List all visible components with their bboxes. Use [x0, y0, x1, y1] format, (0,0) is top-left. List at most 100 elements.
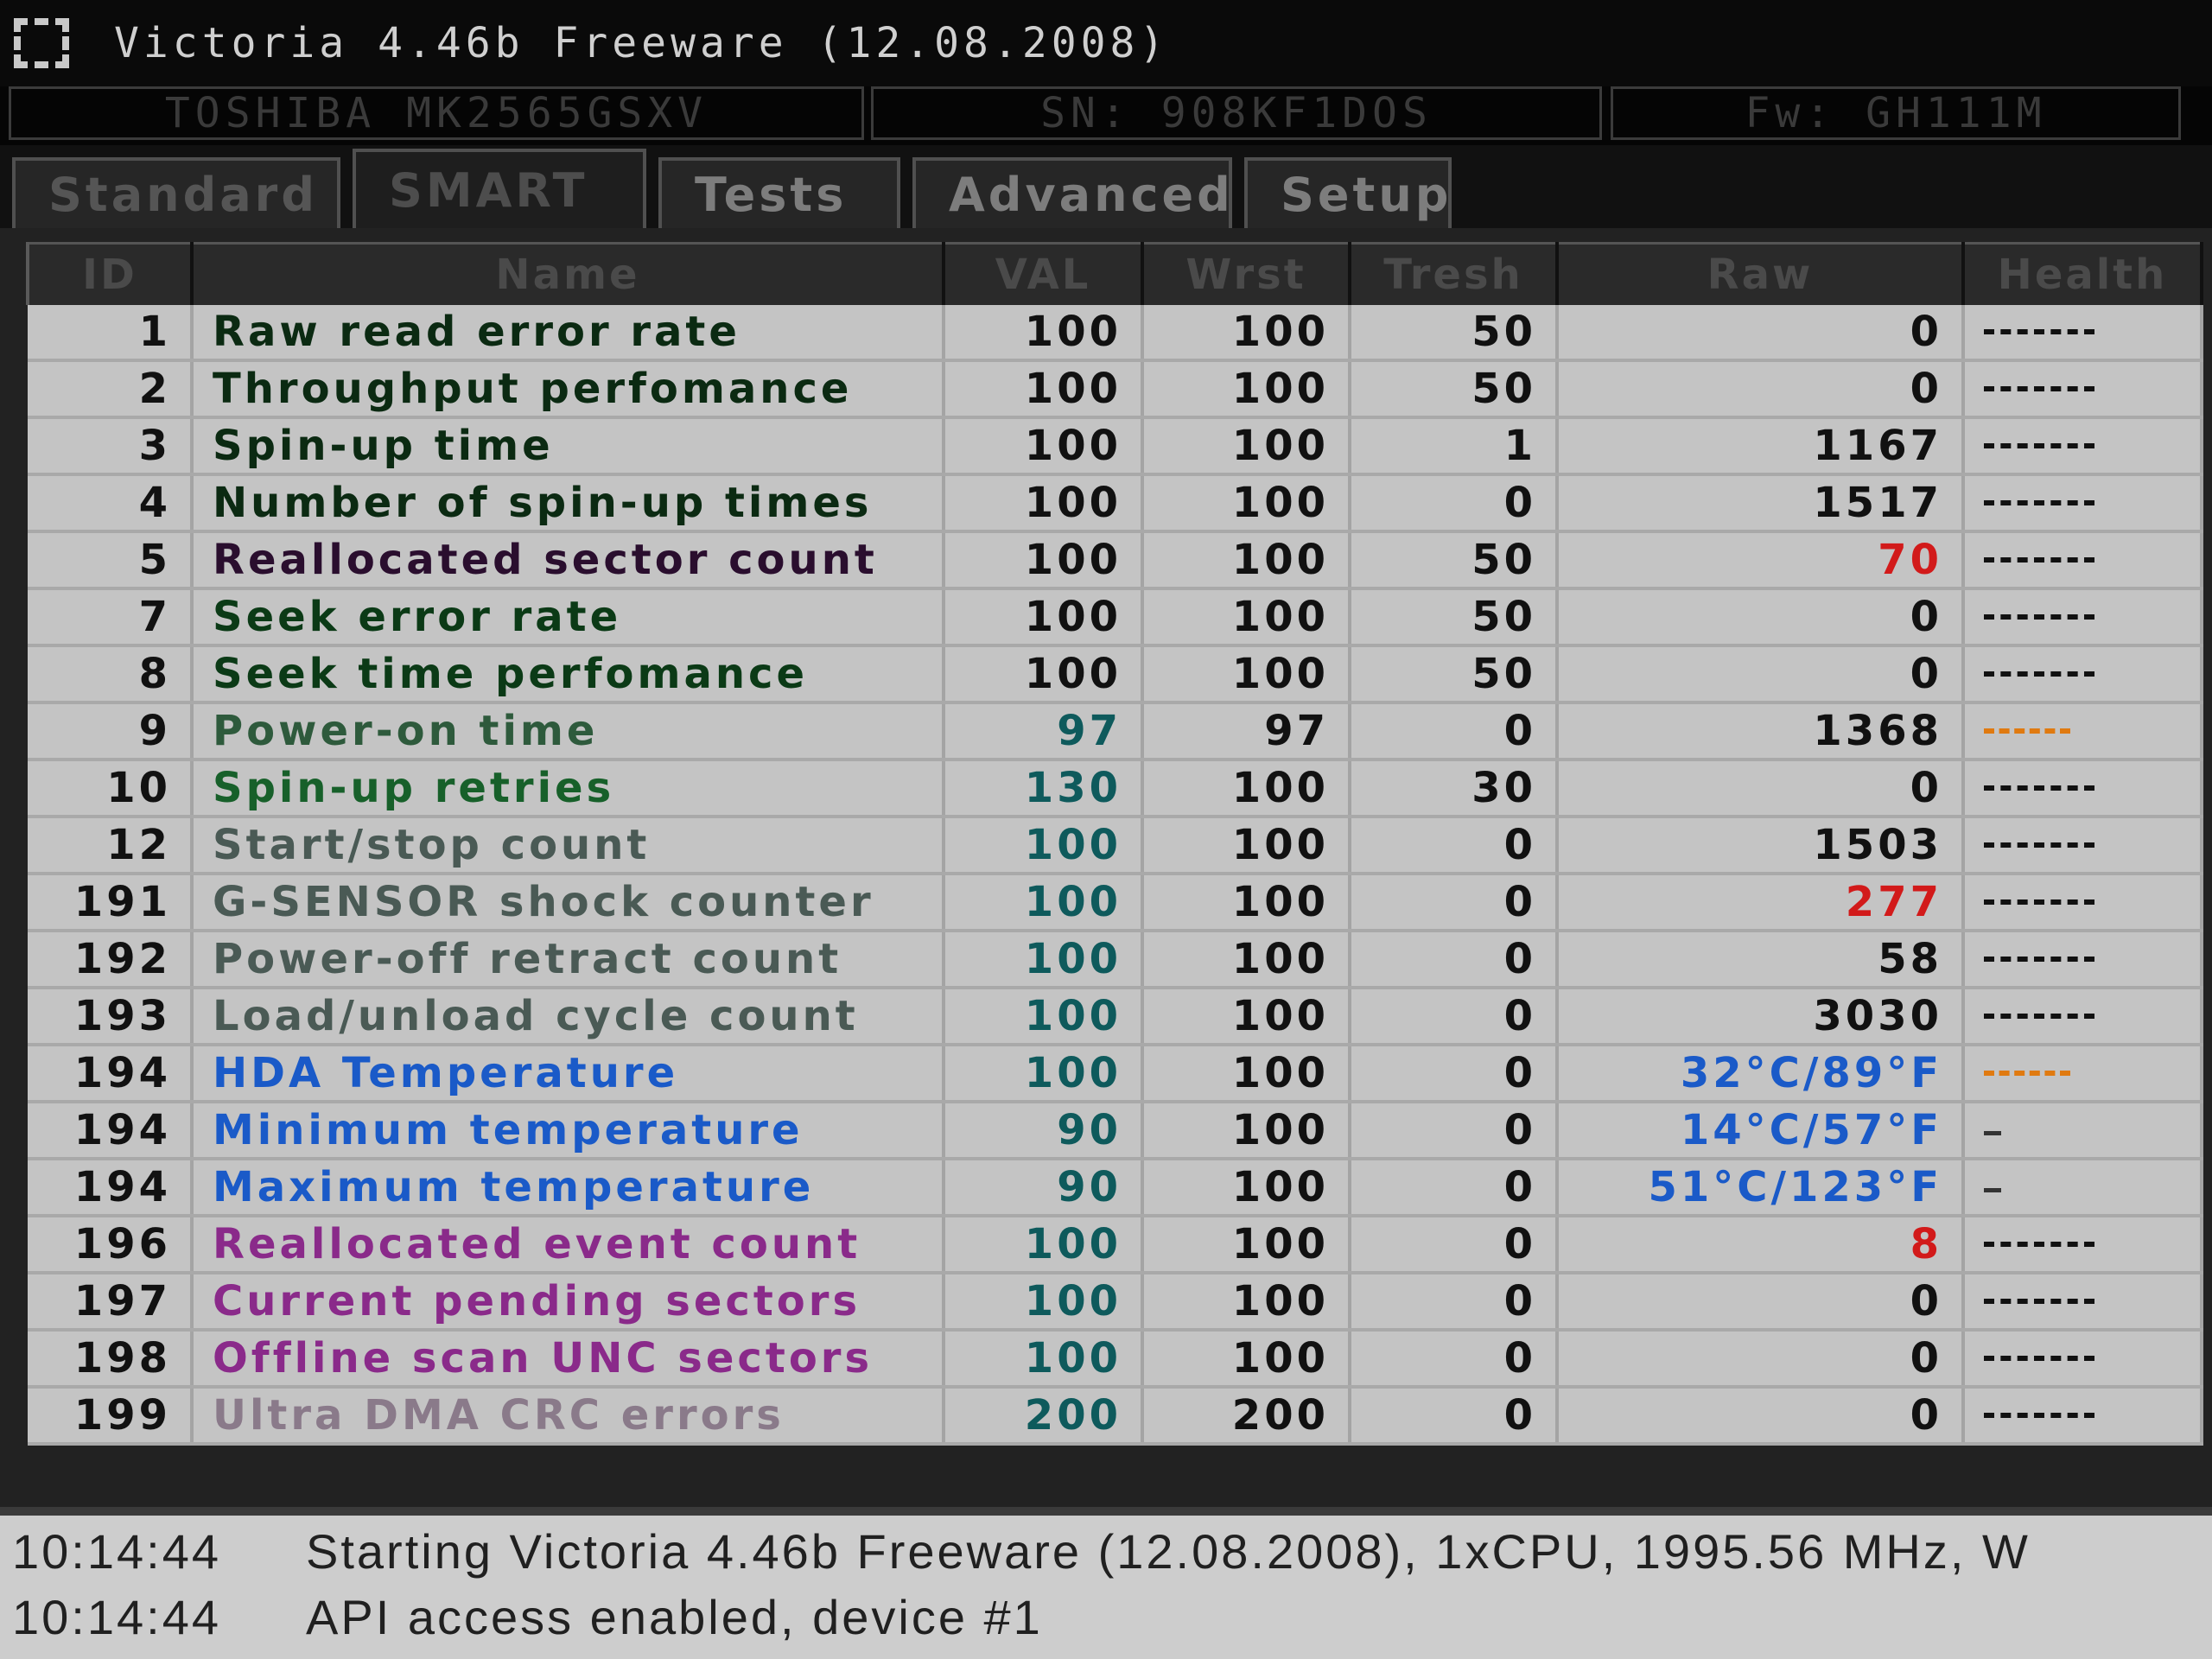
column-header-health[interactable]: Health [1961, 242, 2203, 305]
worst-cell: 100 [1142, 1216, 1351, 1274]
raw-value-cell: 32°C/89°F [1557, 1045, 1965, 1103]
table-row[interactable]: 12 Start/stop count 100 100 0 1503 [28, 817, 2203, 875]
table-row[interactable]: 7 Seek error rate 100 100 50 0 [28, 588, 2203, 647]
threshold-cell: 50 [1350, 645, 1559, 704]
health-bars-icon [1984, 1413, 2094, 1423]
attribute-name-cell: Power-on time [192, 702, 945, 761]
column-header-val[interactable]: VAL [942, 242, 1144, 305]
attribute-name-cell: Current pending sectors [192, 1273, 945, 1332]
attribute-id-cell: 4 [28, 474, 194, 533]
raw-value-cell: 1167 [1557, 417, 1965, 476]
table-row[interactable]: 2 Throughput perfomance 100 100 50 0 [28, 360, 2203, 419]
raw-value-cell: 0 [1557, 645, 1965, 704]
value-cell: 100 [944, 931, 1144, 989]
threshold-cell: 0 [1350, 1273, 1559, 1332]
threshold-cell: 30 [1350, 760, 1559, 818]
worst-cell: 100 [1142, 1330, 1351, 1389]
health-indicator-cell [1963, 588, 2203, 647]
tab-standard[interactable]: Standard [12, 157, 340, 228]
attribute-name-cell: Number of spin-up times [192, 474, 945, 533]
log-timestamp: 10:14:44 [12, 1523, 221, 1579]
threshold-cell: 0 [1350, 1330, 1559, 1389]
value-cell: 100 [944, 531, 1144, 590]
value-cell: 90 [944, 1159, 1144, 1217]
health-indicator-cell [1963, 417, 2203, 476]
value-cell: 100 [944, 817, 1144, 875]
health-bars-icon [1984, 614, 2094, 625]
column-header-raw[interactable]: Raw [1555, 242, 1965, 305]
firmware-field: Fw: GH111M [1611, 86, 2181, 140]
smart-panel: ID Name VAL Wrst Tresh Raw Health 1 Raw r… [0, 228, 2212, 1507]
value-cell: 100 [944, 874, 1144, 932]
table-row[interactable]: 197 Current pending sectors 100 100 0 0 [28, 1273, 2203, 1332]
attribute-name-cell: Seek error rate [192, 588, 945, 647]
table-row[interactable]: 193 Load/unload cycle count 100 100 0 3030 [28, 988, 2203, 1046]
attribute-id-cell: 199 [28, 1387, 194, 1446]
table-row[interactable]: 194 HDA Temperature 100 100 0 32°C/89°F [28, 1045, 2203, 1103]
table-row[interactable]: 194 Minimum temperature 90 100 0 14°C/57°F [28, 1102, 2203, 1160]
health-warning-bars-icon [1984, 1071, 2070, 1081]
raw-value-cell: 1517 [1557, 474, 1965, 533]
table-row[interactable]: 199 Ultra DMA CRC errors 200 200 0 0 [28, 1387, 2203, 1446]
attribute-name-cell: Ultra DMA CRC errors [192, 1387, 945, 1446]
worst-cell: 100 [1142, 588, 1351, 647]
attribute-name-cell: Reallocated sector count [192, 531, 945, 590]
attribute-name-cell: Offline scan UNC sectors [192, 1330, 945, 1389]
attribute-id-cell: 12 [28, 817, 194, 875]
value-cell: 100 [944, 588, 1144, 647]
window-title: Victoria 4.46b Freeware (12.08.2008) [114, 19, 1169, 67]
health-indicator-cell [1963, 817, 2203, 875]
raw-value-cell: 0 [1557, 1330, 1965, 1389]
value-cell: 97 [944, 702, 1144, 761]
threshold-cell: 50 [1350, 588, 1559, 647]
tab-advanced[interactable]: Advanced [912, 157, 1232, 228]
table-row[interactable]: 198 Offline scan UNC sectors 100 100 0 0 [28, 1330, 2203, 1389]
attribute-id-cell: 5 [28, 531, 194, 590]
raw-value-cell: 70 [1557, 531, 1965, 590]
column-header-tresh[interactable]: Tresh [1348, 242, 1559, 305]
tab-setup[interactable]: Setup [1244, 157, 1452, 228]
table-row[interactable]: 10 Spin-up retries 130 100 30 0 [28, 760, 2203, 818]
table-row[interactable]: 1 Raw read error rate 100 100 50 0 [28, 305, 2203, 362]
drive-info-bar: TOSHIBA MK2565GSXV SN: 908KF1DOS Fw: GH1… [0, 86, 2212, 145]
threshold-cell: 0 [1350, 988, 1559, 1046]
attribute-name-cell: Spin-up time [192, 417, 945, 476]
attribute-id-cell: 191 [28, 874, 194, 932]
health-indicator-cell [1963, 1216, 2203, 1274]
threshold-cell: 50 [1350, 360, 1559, 419]
attribute-id-cell: 196 [28, 1216, 194, 1274]
table-row[interactable]: 4 Number of spin-up times 100 100 0 1517 [28, 474, 2203, 533]
column-header-name[interactable]: Name [190, 242, 945, 305]
table-row[interactable]: 196 Reallocated event count 100 100 0 8 [28, 1216, 2203, 1274]
health-none-icon [1984, 1187, 2001, 1192]
raw-value-cell: 1503 [1557, 817, 1965, 875]
log-message: Starting Victoria 4.46b Freeware (12.08.… [306, 1523, 2031, 1579]
attribute-id-cell: 9 [28, 702, 194, 761]
column-header-id[interactable]: ID [26, 242, 194, 305]
attribute-name-cell: Spin-up retries [192, 760, 945, 818]
smart-table-body: 1 Raw read error rate 100 100 50 0 2 Throughput… [28, 305, 2203, 1446]
table-header-row: ID Name VAL Wrst Tresh Raw Health [26, 242, 2203, 305]
value-cell: 130 [944, 760, 1144, 818]
tab-smart[interactable]: SMART [353, 149, 646, 228]
table-row[interactable]: 191 G-SENSOR shock counter 100 100 0 277 [28, 874, 2203, 932]
table-row[interactable]: 194 Maximum temperature 90 100 0 51°C/123°F [28, 1159, 2203, 1217]
health-indicator-cell [1963, 874, 2203, 932]
log-message: API access enabled, device #1 [306, 1589, 1043, 1644]
table-row[interactable]: 8 Seek time perfomance 100 100 50 0 [28, 645, 2203, 704]
health-indicator-cell [1963, 1045, 2203, 1103]
worst-cell: 100 [1142, 417, 1351, 476]
table-row[interactable]: 5 Reallocated sector count 100 100 50 70 [28, 531, 2203, 590]
table-row[interactable]: 192 Power-off retract count 100 100 0 58 [28, 931, 2203, 989]
raw-value-cell: 14°C/57°F [1557, 1102, 1965, 1160]
health-indicator-cell [1963, 305, 2203, 362]
drive-model-field: TOSHIBA MK2565GSXV [9, 86, 864, 140]
column-header-wrst[interactable]: Wrst [1141, 242, 1351, 305]
table-row[interactable]: 9 Power-on time 97 97 0 1368 [28, 702, 2203, 761]
system-menu-icon[interactable] [14, 18, 69, 68]
tab-tests[interactable]: Tests [658, 157, 900, 228]
value-cell: 100 [944, 1330, 1144, 1389]
table-row[interactable]: 3 Spin-up time 100 100 1 1167 [28, 417, 2203, 476]
raw-value-cell: 51°C/123°F [1557, 1159, 1965, 1217]
health-indicator-cell [1963, 702, 2203, 761]
